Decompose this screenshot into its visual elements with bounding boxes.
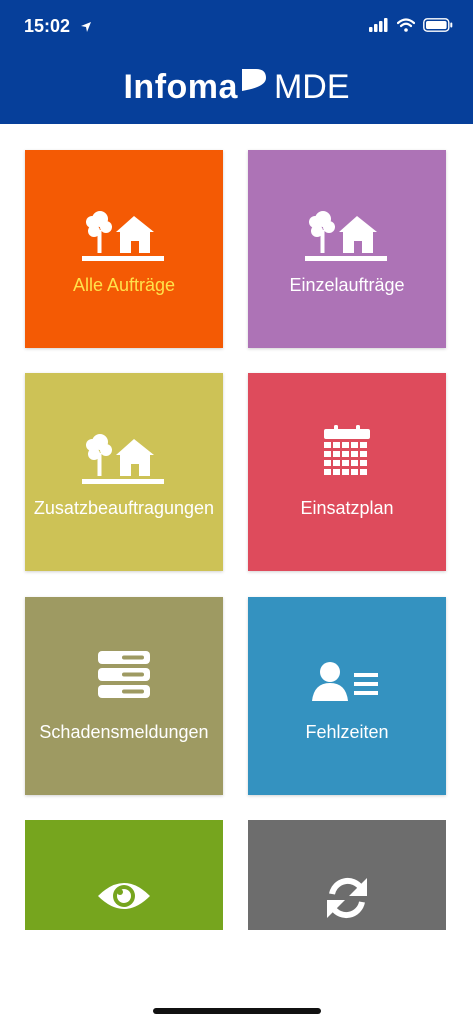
eye-icon [25, 878, 223, 914]
signal-icon [369, 18, 389, 37]
tile-label: Zusatzbeauftragungen [33, 498, 215, 518]
home-indicator[interactable] [153, 1008, 321, 1014]
tree-house-icon [25, 210, 223, 266]
brand-suffix: MDE [273, 67, 350, 106]
tile-label: Einsatzplan [300, 498, 394, 518]
tile-view[interactable] [25, 820, 223, 930]
tile-zusatzbeauftragungen[interactable]: Zusatzbeauftragungen [25, 373, 223, 571]
tile-label: Fehlzeiten [305, 722, 389, 742]
person-list-icon [248, 661, 446, 701]
tree-house-icon [25, 433, 223, 489]
tile-einsatzplan[interactable]: Einsatzplan [248, 373, 446, 571]
battery-icon [423, 18, 453, 37]
tile-einzelauftraege[interactable]: Einzelaufträge [248, 150, 446, 348]
tree-house-icon [248, 210, 446, 266]
refresh-icon [248, 874, 446, 922]
tile-alle-auftraege[interactable]: Alle Aufträge [25, 150, 223, 348]
wifi-icon [396, 18, 416, 37]
status-time: 15:02 [24, 16, 71, 36]
app-header: 15:02 Infoma MDE [0, 0, 473, 124]
status-indicators [369, 18, 453, 37]
tile-label: Einzelaufträge [289, 275, 405, 295]
tile-sync[interactable] [248, 820, 446, 930]
brand-name: Infoma [123, 67, 238, 106]
tile-schadensmeldungen[interactable]: Schadensmeldungen [25, 597, 223, 795]
stack-icon [25, 651, 223, 699]
tile-fehlzeiten[interactable]: Fehlzeiten [248, 597, 446, 795]
location-arrow-icon [80, 20, 92, 38]
brand-mark-icon [240, 67, 268, 98]
tile-label: Alle Aufträge [72, 275, 176, 295]
tile-label: Schadensmeldungen [39, 722, 209, 742]
calendar-icon [248, 425, 446, 477]
brand-logo: Infoma MDE [0, 62, 473, 112]
